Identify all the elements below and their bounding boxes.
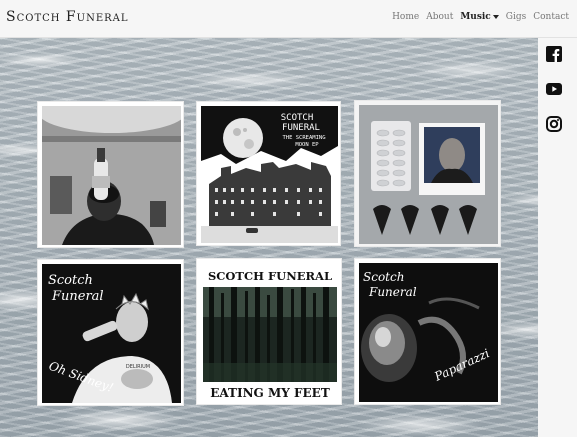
cover6-logo-line2: Funeral	[368, 285, 417, 299]
cover5-album-title: EATING MY FEET	[210, 386, 330, 400]
youtube-icon[interactable]	[546, 81, 562, 97]
album-art-paparazzi: Scotch Funeral Paparazzi	[359, 263, 498, 402]
cover4-shirt-text: DELIRIUM	[126, 364, 150, 370]
main-nav: Home About Music Gigs Contact	[392, 12, 569, 22]
album-cover-screaming-moon[interactable]: SCOTCH FUNERAL THE SCREAMING MOON EP	[196, 101, 341, 246]
cover2-title-line2: FUNERAL	[282, 123, 320, 133]
facebook-icon[interactable]	[546, 46, 562, 62]
caret-down-icon	[492, 15, 499, 19]
album-cover-eating-my-feet[interactable]: SCOTCH FUNERAL EATING MY FEET	[196, 258, 342, 405]
nav-music-label: Music	[460, 12, 491, 22]
album-photo-bottle	[42, 106, 181, 245]
cover5-band-name: SCOTCH FUNERAL	[208, 269, 332, 283]
cover6-logo-line1: Scotch	[363, 270, 404, 284]
cover4-logo-line1: Scotch	[48, 273, 93, 288]
cover4-logo-line2: Funeral	[51, 289, 104, 304]
cover2-subtitle-line2: MOON EP	[295, 142, 319, 148]
album-art-moon: SCOTCH FUNERAL THE SCREAMING MOON EP	[201, 106, 338, 243]
top-navbar: Scotch Funeral Home About Music Gigs Con…	[0, 0, 577, 38]
instagram-icon[interactable]	[546, 116, 562, 132]
social-sidebar	[538, 38, 577, 437]
album-art-oh-sidney: DELIRIUM Scotch Funeral Oh Sidney!	[42, 264, 181, 403]
nav-home[interactable]: Home	[392, 12, 419, 22]
album-photo-pills-polaroid	[359, 105, 498, 244]
nav-contact[interactable]: Contact	[533, 12, 569, 22]
nav-about[interactable]: About	[426, 12, 453, 22]
site-title[interactable]: Scotch Funeral	[6, 9, 129, 25]
nav-music-dropdown[interactable]: Music	[460, 12, 499, 22]
nav-gigs[interactable]: Gigs	[506, 12, 526, 22]
album-cover-1[interactable]	[37, 101, 184, 248]
album-cover-oh-sidney[interactable]: DELIRIUM Scotch Funeral Oh Sidney!	[37, 259, 184, 406]
album-cover-paparazzi[interactable]: Scotch Funeral Paparazzi	[354, 258, 501, 405]
album-art-forest: SCOTCH FUNERAL EATING MY FEET	[201, 263, 339, 402]
cover2-subtitle-line1: THE SCREAMING	[282, 135, 325, 141]
album-cover-3[interactable]	[354, 100, 501, 247]
cover2-title-line1: SCOTCH	[281, 113, 314, 123]
